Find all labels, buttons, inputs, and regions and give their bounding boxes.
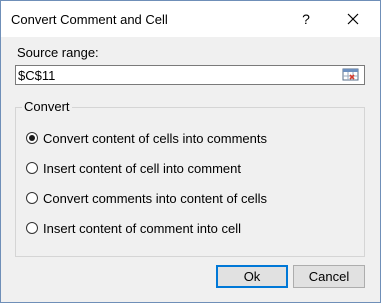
close-icon: [347, 13, 359, 25]
range-select-button[interactable]: [341, 67, 361, 83]
source-range-field[interactable]: [15, 65, 365, 85]
source-range-label: Source range:: [17, 45, 99, 60]
ok-button[interactable]: Ok: [216, 265, 288, 288]
option-comments-to-cells[interactable]: Convert comments into content of cells: [26, 189, 267, 207]
range-select-icon: [342, 68, 359, 81]
option-label: Convert content of cells into comments: [43, 130, 267, 146]
convert-group: Convert Convert content of cells into co…: [15, 99, 365, 257]
radio-button[interactable]: [26, 222, 38, 234]
help-button[interactable]: ?: [291, 7, 321, 31]
option-insert-comment-into-cell[interactable]: Insert content of comment into cell: [26, 219, 241, 237]
radio-button[interactable]: [26, 192, 38, 204]
option-cells-to-comments[interactable]: Convert content of cells into comments: [26, 129, 267, 147]
cancel-button[interactable]: Cancel: [293, 265, 365, 288]
radio-button[interactable]: [26, 162, 38, 174]
convert-comment-cell-dialog: Convert Comment and Cell ? Source range:: [0, 0, 381, 303]
window-title: Convert Comment and Cell: [11, 12, 168, 27]
option-label: Insert content of comment into cell: [43, 220, 241, 236]
radio-button-selected[interactable]: [26, 132, 38, 144]
source-range-input[interactable]: [18, 67, 338, 83]
convert-group-legend: Convert: [22, 99, 72, 114]
close-button[interactable]: [337, 7, 369, 31]
option-label: Insert content of cell into comment: [43, 160, 241, 176]
option-label: Convert comments into content of cells: [43, 190, 267, 206]
dialog-body: Source range: Convert Convert content of…: [1, 37, 380, 302]
option-insert-cell-into-comment[interactable]: Insert content of cell into comment: [26, 159, 241, 177]
title-bar: Convert Comment and Cell ?: [1, 1, 380, 37]
